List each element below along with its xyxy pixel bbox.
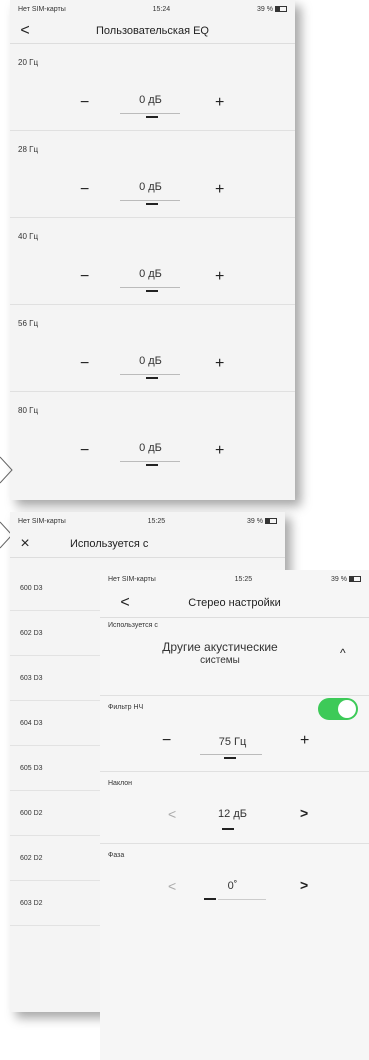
- phase-indicator: [204, 898, 216, 900]
- band-label: 40 Гц: [18, 232, 39, 241]
- lowpass-slider-thumb[interactable]: [224, 757, 236, 759]
- lowpass-label: Фильтр НЧ: [108, 704, 144, 711]
- increment-button[interactable]: +: [215, 181, 224, 199]
- page-title: Стерео настройки: [188, 596, 281, 609]
- chevron-right-icon[interactable]: >: [300, 877, 308, 893]
- band-label: 20 Гц: [18, 58, 39, 67]
- status-bar: Нет SIM-карты 15:25 39 %: [100, 570, 369, 588]
- used-with-value-line1: Другие акустические: [162, 640, 278, 654]
- chevron-right-icon[interactable]: >: [300, 805, 308, 821]
- eq-band-row: 80 Гц − 0 дБ +: [10, 392, 295, 479]
- list-item[interactable]: 604 D3: [10, 701, 100, 746]
- decrement-button[interactable]: −: [162, 732, 171, 750]
- eq-band-row: 20 Гц − 0 дБ +: [10, 44, 295, 131]
- gain-slider-thumb[interactable]: [146, 116, 158, 118]
- phase-label: Фаза: [108, 852, 125, 859]
- gain-value: 0 дБ: [139, 355, 162, 367]
- eq-screen: Нет SIM-карты 15:24 39 % < Пользовательс…: [10, 0, 295, 500]
- gain-value: 0 дБ: [139, 181, 162, 193]
- status-bar: Нет SIM-карты 15:24 39 %: [10, 0, 295, 18]
- chevron-left-icon[interactable]: <: [168, 806, 176, 822]
- increment-button[interactable]: +: [215, 355, 224, 373]
- phase-section: Фаза < 0˚ >: [100, 844, 369, 916]
- increment-button[interactable]: +: [300, 732, 309, 750]
- carrier-text: Нет SIM-карты: [108, 575, 156, 583]
- eq-band-row: 56 Гц − 0 дБ +: [10, 305, 295, 392]
- page-title: Используется с: [70, 537, 149, 550]
- eq-band-row: 28 Гц − 0 дБ +: [10, 131, 295, 218]
- battery-status: 39 %: [247, 518, 277, 525]
- lowpass-value: 75 Гц: [218, 736, 247, 748]
- band-label: 28 Гц: [18, 145, 39, 154]
- stereo-screen: Нет SIM-карты 15:25 39 % < Стерео настро…: [100, 570, 369, 1060]
- gain-slider-track[interactable]: [120, 200, 180, 201]
- carrier-text: Нет SIM-карты: [18, 5, 66, 13]
- used-with-navbar: × Используется с: [10, 530, 285, 558]
- stereo-navbar: < Стерео настройки: [100, 588, 369, 618]
- gain-slider-thumb[interactable]: [146, 464, 158, 466]
- decrement-button[interactable]: −: [80, 355, 89, 373]
- slope-value: 12 дБ: [218, 808, 247, 820]
- battery-icon: [274, 5, 287, 12]
- gain-slider-thumb[interactable]: [146, 203, 158, 205]
- lowpass-toggle[interactable]: [318, 698, 358, 720]
- battery-status: 39 %: [257, 6, 287, 13]
- gain-slider-track[interactable]: [120, 287, 180, 288]
- gain-value: 0 дБ: [139, 442, 162, 454]
- back-button[interactable]: <: [10, 22, 40, 40]
- list-item[interactable]: 600 D2: [10, 791, 100, 836]
- chevron-left-icon[interactable]: <: [168, 878, 176, 894]
- carrier-text: Нет SIM-карты: [18, 517, 66, 525]
- increment-button[interactable]: +: [215, 442, 224, 460]
- gain-slider-thumb[interactable]: [146, 377, 158, 379]
- gain-slider-thumb[interactable]: [146, 290, 158, 292]
- speaker-list: 600 D3 602 D3 603 D3 604 D3 605 D3 600 D…: [10, 566, 100, 926]
- back-button[interactable]: <: [110, 594, 140, 612]
- list-item[interactable]: 600 D3: [10, 566, 100, 611]
- gain-value: 0 дБ: [139, 268, 162, 280]
- used-with-section[interactable]: Используется с Другие акустические систе…: [100, 618, 369, 696]
- increment-button[interactable]: +: [215, 94, 224, 112]
- connector-arrow-1: [0, 456, 13, 484]
- gain-slider-track[interactable]: [120, 374, 180, 375]
- used-with-value-line2: системы: [200, 655, 240, 666]
- gain-value: 0 дБ: [139, 94, 162, 106]
- band-label: 80 Гц: [18, 406, 39, 415]
- increment-button[interactable]: +: [215, 268, 224, 286]
- list-item[interactable]: 603 D3: [10, 656, 100, 701]
- battery-icon: [348, 575, 361, 582]
- list-item[interactable]: 603 D2: [10, 881, 100, 926]
- gain-slider-track[interactable]: [120, 113, 180, 114]
- gain-slider-track[interactable]: [120, 461, 180, 462]
- slope-indicator: [222, 828, 234, 830]
- time-text: 15:25: [234, 575, 253, 583]
- list-item[interactable]: 602 D3: [10, 611, 100, 656]
- battery-status: 39 %: [331, 576, 361, 583]
- close-icon[interactable]: ×: [10, 535, 40, 553]
- page-title: Пользовательская EQ: [96, 24, 209, 37]
- slope-label: Наклон: [108, 780, 133, 787]
- decrement-button[interactable]: −: [80, 442, 89, 460]
- status-bar: Нет SIM-карты 15:25 39 %: [10, 512, 285, 530]
- eq-band-row: 40 Гц − 0 дБ +: [10, 218, 295, 305]
- phase-track: [218, 899, 266, 900]
- decrement-button[interactable]: −: [80, 181, 89, 199]
- list-item[interactable]: 605 D3: [10, 746, 100, 791]
- phase-value: 0˚: [227, 880, 238, 892]
- decrement-button[interactable]: −: [80, 94, 89, 112]
- lowpass-section: Фильтр НЧ − 75 Гц +: [100, 696, 369, 772]
- slope-section: Наклон < 12 дБ >: [100, 772, 369, 844]
- battery-icon: [264, 517, 277, 524]
- decrement-button[interactable]: −: [80, 268, 89, 286]
- time-text: 15:24: [152, 5, 171, 13]
- lowpass-slider-track[interactable]: [200, 754, 262, 755]
- eq-navbar: < Пользовательская EQ: [10, 18, 295, 44]
- list-item[interactable]: 602 D2: [10, 836, 100, 881]
- band-label: 56 Гц: [18, 319, 39, 328]
- chevron-up-icon[interactable]: ^: [340, 646, 346, 660]
- time-text: 15:25: [147, 517, 166, 525]
- used-with-label: Используется с: [108, 622, 158, 629]
